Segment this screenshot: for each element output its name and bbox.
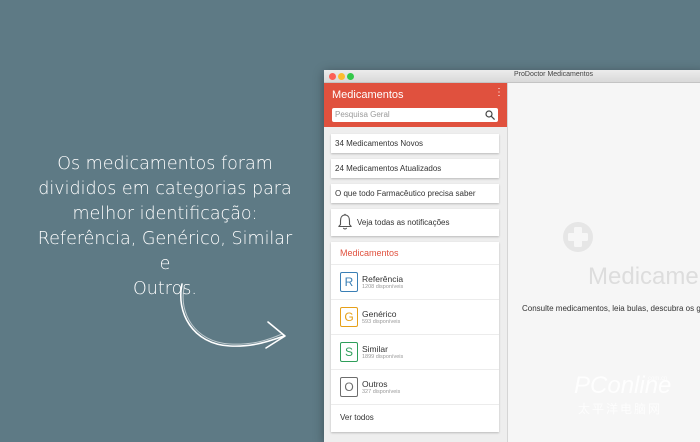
promo-line: divididos em categorias para: [38, 179, 292, 199]
notifications-label: Veja todas as notificações: [357, 218, 450, 227]
category-generico[interactable]: G Genérico 593 disponíveis: [331, 299, 499, 335]
window-title: ProDoctor Medicamentos: [514, 71, 593, 78]
notifications-card[interactable]: Veja todas as notificações: [331, 209, 499, 236]
category-outros[interactable]: O Outros 327 disponíveis: [331, 369, 499, 405]
medicines-header: Medicamentos: [340, 248, 399, 258]
category-name: Similar: [362, 344, 388, 354]
more-vertical-icon[interactable]: ⋮: [494, 88, 504, 98]
category-name: Genérico: [362, 309, 397, 319]
watermark-chinese: 太平洋电脑网: [578, 402, 663, 416]
see-all-row[interactable]: Ver todos: [331, 404, 499, 433]
promo-line: Referência, Genérico, Similar e: [37, 229, 293, 274]
app-bar: Medicamentos ⋮ Pesquisa Geral: [324, 83, 507, 127]
curved-arrow-icon: [180, 283, 286, 349]
pharmacist-info-card[interactable]: O que todo Farmacêutico precisa saber: [331, 184, 499, 203]
medical-cross-logo-icon: [563, 222, 593, 252]
search-field[interactable]: Pesquisa Geral: [332, 108, 498, 122]
sidebar: Medicamentos ⋮ Pesquisa Geral 34 Medicam…: [324, 83, 508, 442]
r-letter-icon: R: [340, 272, 358, 292]
site-watermark: PConline com.cn 太平洋电脑网: [568, 372, 698, 436]
category-name: Outros: [362, 379, 388, 389]
watermark-domain: com.cn: [648, 376, 668, 382]
search-placeholder: Pesquisa Geral: [335, 110, 390, 119]
app-title: Medicamentos: [332, 89, 404, 101]
promo-text: Os medicamentos foram divididos em categ…: [30, 152, 300, 302]
category-similar[interactable]: S Similar 1899 disponíveis: [331, 334, 499, 370]
category-referencia[interactable]: R Referência 1208 disponíveis: [331, 264, 499, 300]
see-all-link[interactable]: Ver todos: [340, 413, 374, 422]
close-window-button[interactable]: [329, 72, 336, 80]
search-icon[interactable]: [485, 110, 495, 120]
category-name: Referência: [362, 274, 404, 284]
promo-line: Os medicamentos foram: [57, 154, 273, 174]
promo-line: melhor identificação:: [72, 204, 258, 224]
category-count: 1899 disponíveis: [362, 354, 404, 360]
medicines-card: Medicamentos R Referência 1208 disponíve…: [331, 242, 499, 432]
window-titlebar: ProDoctor Medicamentos: [324, 70, 700, 83]
card-label: 24 Medicamentos Atualizados: [335, 164, 442, 173]
minimize-window-button[interactable]: [338, 72, 345, 80]
category-count: 327 disponíveis: [362, 389, 401, 395]
bell-icon: [338, 213, 352, 230]
card-label: 34 Medicamentos Novos: [335, 139, 424, 148]
zoom-window-button[interactable]: [347, 72, 354, 80]
updated-medicines-card[interactable]: 24 Medicamentos Atualizados: [331, 159, 499, 178]
watermark-title: Medicamentos: [588, 263, 700, 290]
category-count: 593 disponíveis: [362, 319, 401, 325]
card-label: O que todo Farmacêutico precisa saber: [335, 189, 476, 198]
category-count: 1208 disponíveis: [362, 284, 404, 290]
s-letter-icon: S: [340, 342, 358, 362]
new-medicines-card[interactable]: 34 Medicamentos Novos: [331, 134, 499, 153]
o-letter-icon: O: [340, 377, 358, 397]
detail-description: Consulte medicamentos, leia bulas, descu…: [522, 304, 700, 313]
g-letter-icon: G: [340, 307, 358, 327]
